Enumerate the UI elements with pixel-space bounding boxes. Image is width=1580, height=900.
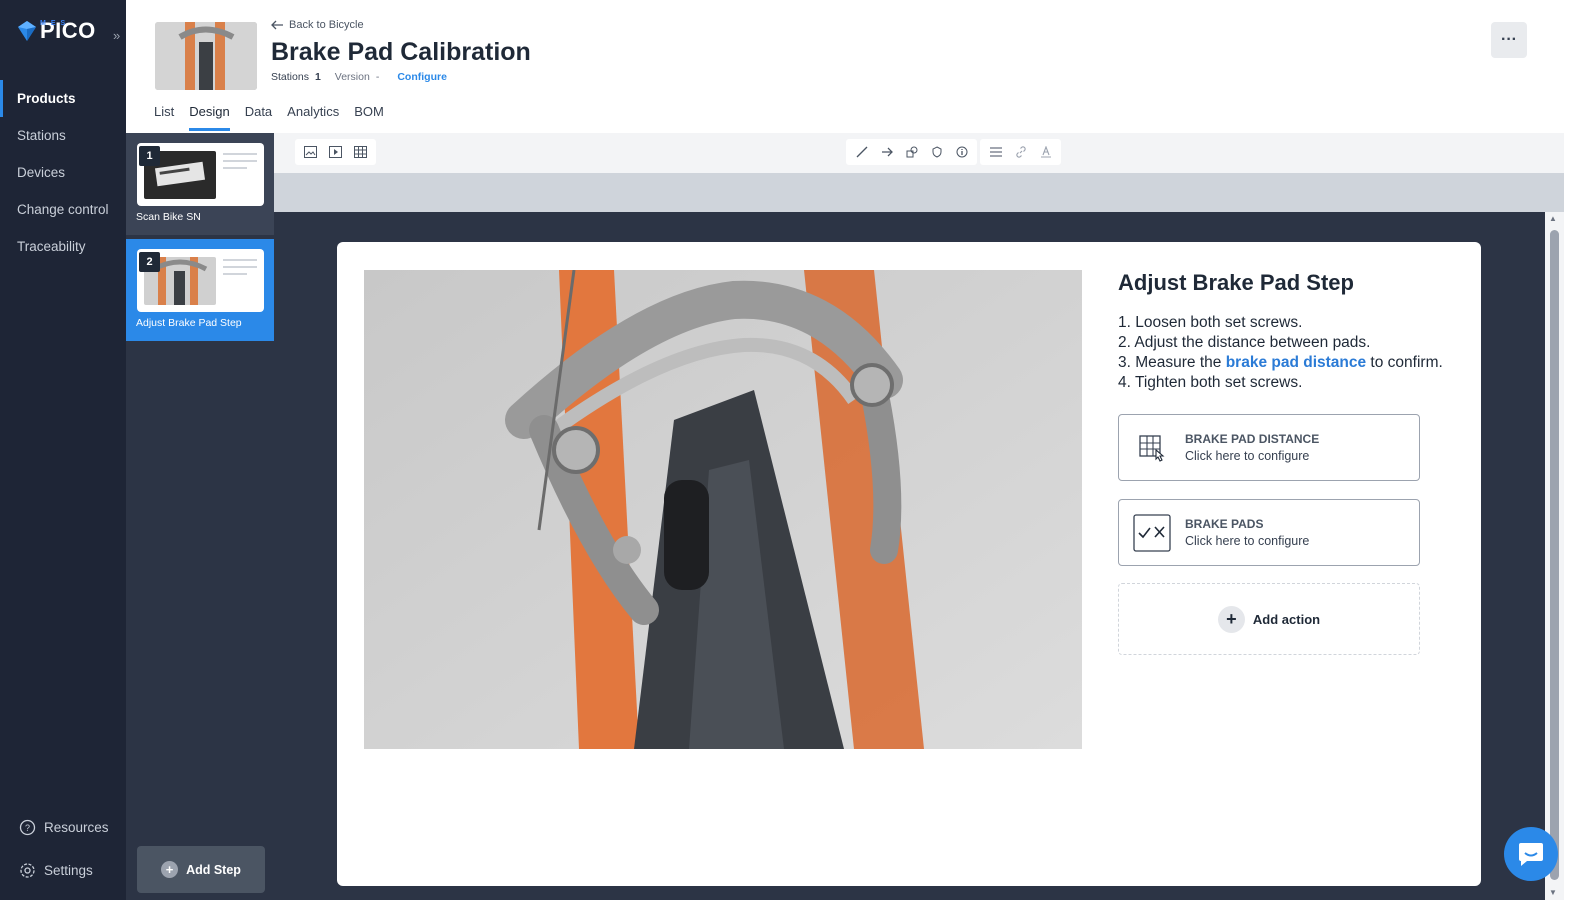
configure-link[interactable]: Configure bbox=[397, 71, 447, 83]
instruction-text: 2. Adjust the distance between pads. bbox=[1118, 334, 1371, 351]
arrow-left-icon bbox=[271, 20, 283, 30]
action-title: BRAKE PAD DISTANCE bbox=[1185, 432, 1320, 446]
help-circle-icon: ? bbox=[19, 819, 36, 835]
stations-label: Stations bbox=[271, 71, 309, 83]
step-image[interactable] bbox=[364, 270, 1082, 749]
add-step-button[interactable]: + Add Step bbox=[137, 846, 265, 893]
action-brake-pad-distance[interactable]: BRAKE PAD DISTANCE Click here to configu… bbox=[1118, 414, 1420, 481]
steps-panel: 1 Scan Bike SN 2 Adjust Brake Pad Step bbox=[126, 133, 274, 900]
nav-item-label: Devices bbox=[17, 165, 66, 180]
format-tools bbox=[980, 139, 1061, 165]
link-icon[interactable] bbox=[1009, 141, 1032, 163]
step-card: 1 bbox=[137, 143, 264, 206]
version-value: - bbox=[375, 71, 380, 83]
logo-subtext: MES bbox=[40, 20, 71, 27]
collapse-nav-icon[interactable]: » bbox=[113, 28, 129, 46]
step-number: 2 bbox=[139, 252, 160, 272]
support-chat-button[interactable] bbox=[1504, 827, 1558, 881]
add-step-label: Add Step bbox=[186, 862, 241, 877]
canvas-scrollbar[interactable]: ▲ ▼ bbox=[1545, 212, 1564, 900]
svg-text:?: ? bbox=[25, 823, 30, 833]
more-options-button[interactable]: ··· bbox=[1491, 22, 1527, 58]
video-icon[interactable] bbox=[324, 141, 347, 163]
action-brake-pads[interactable]: BRAKE PADS Click here to configure bbox=[1118, 499, 1420, 566]
product-meta: Stations 1 Version - Configure bbox=[271, 71, 447, 83]
side-nav: PICO MES » Products Stations Devices Cha… bbox=[0, 0, 126, 900]
nav-item-products[interactable]: Products bbox=[0, 80, 126, 117]
instruction-text: to confirm. bbox=[1366, 354, 1443, 371]
chat-icon bbox=[1519, 843, 1543, 866]
nav-item-resources[interactable]: ? Resources bbox=[0, 815, 126, 839]
nav-item-label: Stations bbox=[17, 128, 66, 143]
tab-bar: List Design Data Analytics BOM bbox=[154, 104, 384, 131]
image-icon[interactable] bbox=[299, 141, 322, 163]
add-action-button[interactable]: + Add action bbox=[1118, 583, 1420, 655]
insert-tools bbox=[295, 139, 376, 165]
step-heading: Adjust Brake Pad Step bbox=[1118, 270, 1354, 295]
nav-item-devices[interactable]: Devices bbox=[0, 154, 126, 191]
line-icon[interactable] bbox=[850, 141, 873, 163]
step-item[interactable]: 1 Scan Bike SN bbox=[126, 133, 274, 235]
back-link-label: Back to Bicycle bbox=[289, 19, 364, 31]
nav-item-label: Settings bbox=[44, 862, 93, 878]
nav-item-stations[interactable]: Stations bbox=[0, 117, 126, 154]
instruction-text: 3. Measure the bbox=[1118, 354, 1226, 371]
step-content: Adjust Brake Pad Step 1. Loosen both set… bbox=[1118, 270, 1468, 393]
plus-icon: + bbox=[1217, 605, 1245, 633]
step-label: Scan Bike SN bbox=[136, 211, 201, 223]
nav-item-change-control[interactable]: Change control bbox=[0, 191, 126, 228]
annotation-tools bbox=[846, 139, 977, 165]
instructions-list: 1. Loosen both set screws. 2. Adjust the… bbox=[1118, 313, 1468, 393]
step-card: 2 bbox=[137, 249, 264, 312]
product-thumbnail bbox=[155, 22, 257, 90]
shapes-icon[interactable] bbox=[900, 141, 923, 163]
step-number: 1 bbox=[139, 146, 160, 166]
arrow-right-icon[interactable] bbox=[875, 141, 898, 163]
nav-item-label: Change control bbox=[17, 202, 109, 217]
back-link[interactable]: Back to Bicycle bbox=[271, 19, 364, 31]
tab-design[interactable]: Design bbox=[189, 104, 230, 131]
info-icon[interactable] bbox=[950, 141, 973, 163]
tab-analytics[interactable]: Analytics bbox=[287, 104, 339, 131]
step-item[interactable]: 2 Adjust Brake Pad Step bbox=[126, 239, 274, 341]
plus-icon: + bbox=[161, 861, 179, 878]
align-icon[interactable] bbox=[984, 141, 1007, 163]
measurement-table-icon bbox=[1133, 429, 1171, 467]
add-action-label: Add action bbox=[1252, 611, 1321, 627]
scrollbar-thumb[interactable] bbox=[1550, 230, 1559, 880]
step-label: Adjust Brake Pad Step bbox=[136, 317, 242, 329]
instruction-item: 4. Tighten both set screws. bbox=[1118, 373, 1468, 393]
gem-logo-icon bbox=[18, 21, 36, 41]
nav-item-label: Traceability bbox=[17, 239, 86, 254]
instruction-item: 1. Loosen both set screws. bbox=[1118, 313, 1468, 333]
instruction-item: 2. Adjust the distance between pads. bbox=[1118, 333, 1468, 353]
nav-item-settings[interactable]: Settings bbox=[0, 858, 126, 882]
action-subtitle: Click here to configure bbox=[1185, 534, 1310, 548]
table-icon[interactable] bbox=[349, 141, 372, 163]
editor-toolbar bbox=[274, 133, 1564, 173]
action-subtitle: Click here to configure bbox=[1185, 449, 1310, 463]
stations-value: 1 bbox=[314, 71, 321, 83]
text-color-icon[interactable] bbox=[1034, 141, 1057, 163]
scroll-down-icon[interactable]: ▼ bbox=[1549, 888, 1557, 897]
gear-icon bbox=[20, 862, 35, 878]
scroll-up-icon[interactable]: ▲ bbox=[1549, 214, 1557, 223]
version-label: Version bbox=[334, 71, 370, 83]
tab-list[interactable]: List bbox=[154, 104, 174, 131]
instruction-text: 4. Tighten both set screws. bbox=[1118, 374, 1303, 391]
page-title: Brake Pad Calibration bbox=[271, 38, 531, 66]
shield-icon[interactable] bbox=[925, 141, 948, 163]
nav-item-label: Products bbox=[17, 91, 76, 106]
nav-item-label: Resources bbox=[44, 819, 109, 835]
tab-data[interactable]: Data bbox=[245, 104, 272, 131]
instruction-text: 1. Loosen both set screws. bbox=[1118, 314, 1303, 331]
toolbar-divider-band bbox=[274, 173, 1564, 212]
nav-item-traceability[interactable]: Traceability bbox=[0, 228, 126, 265]
action-title: BRAKE PADS bbox=[1185, 517, 1264, 531]
brake-pad-distance-link[interactable]: brake pad distance bbox=[1226, 354, 1366, 371]
instruction-item: 3. Measure the brake pad distance to con… bbox=[1118, 353, 1468, 373]
pass-fail-icon bbox=[1133, 513, 1171, 552]
tab-bom[interactable]: BOM bbox=[354, 104, 384, 131]
